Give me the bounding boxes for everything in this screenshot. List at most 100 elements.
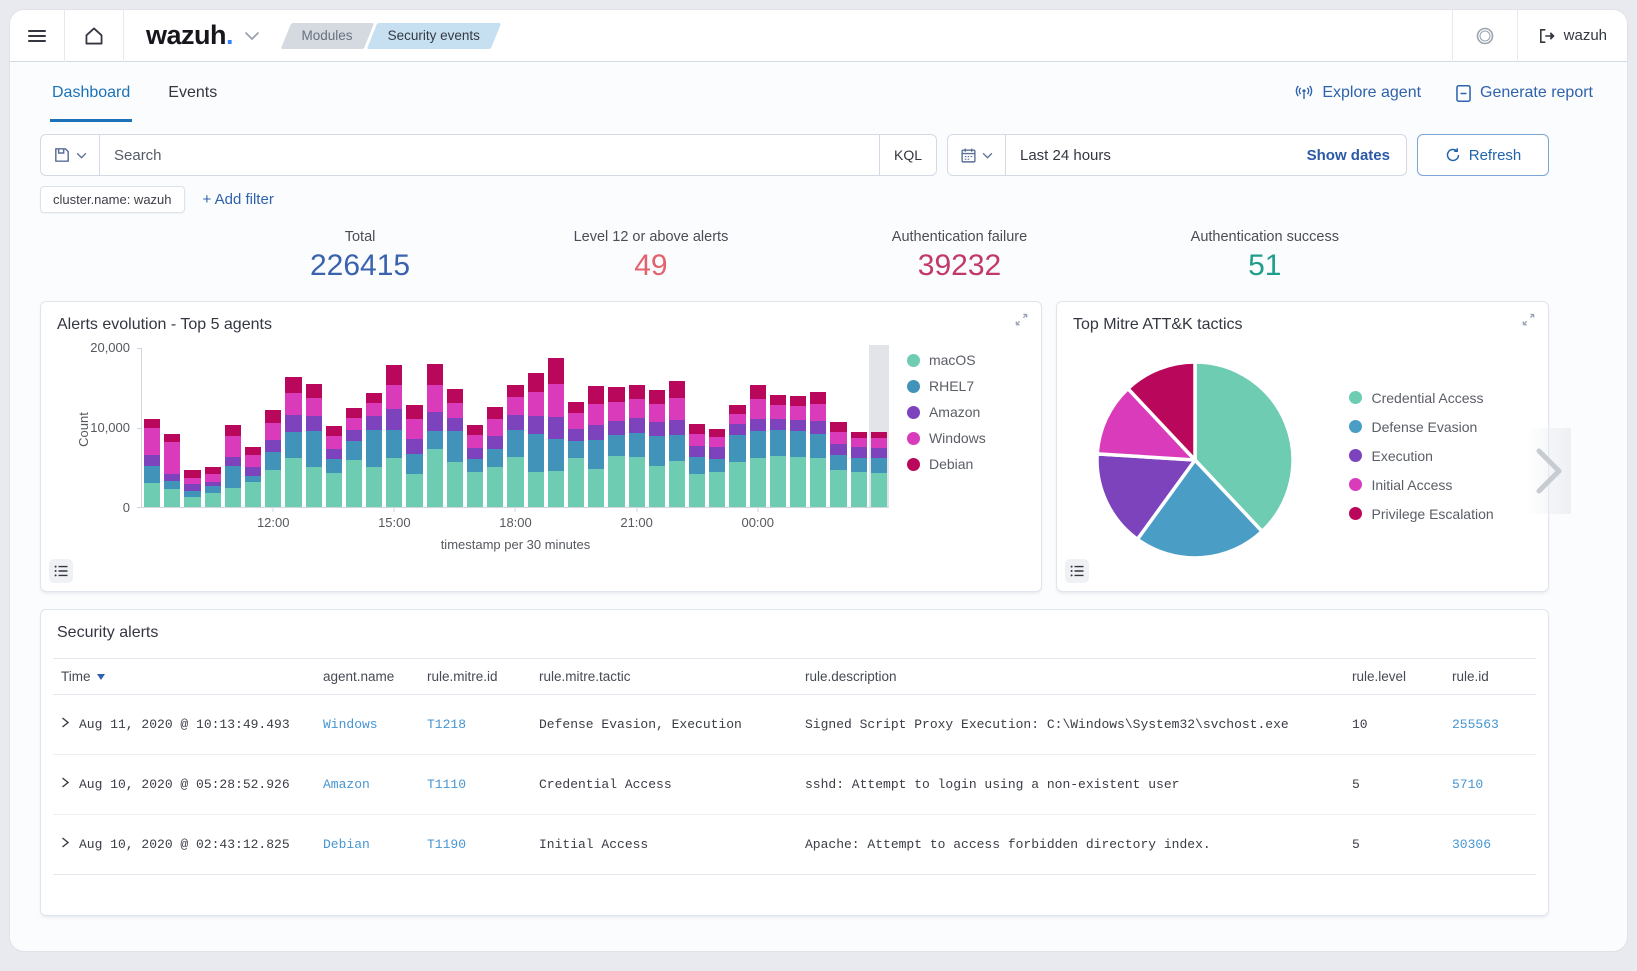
bar-segment: [770, 430, 786, 456]
filter-chip-cluster-name[interactable]: cluster.name: wazuh: [40, 186, 185, 213]
bar-segment: [851, 458, 867, 472]
tab-events[interactable]: Events: [166, 64, 219, 122]
header-right: wazuh: [1452, 10, 1627, 62]
stacked-bar: [406, 348, 422, 507]
saved-queries-button[interactable]: [41, 135, 100, 175]
breadcrumb-security-events[interactable]: Security events: [372, 23, 496, 49]
refresh-button[interactable]: Refresh: [1417, 134, 1549, 176]
expand-row-icon[interactable]: [61, 717, 69, 728]
legend-dot: [907, 380, 920, 393]
bar-segment: [669, 398, 685, 419]
rule-id-link[interactable]: 255563: [1452, 717, 1499, 732]
legend-item[interactable]: Initial Access: [1349, 477, 1517, 493]
expand-panel-icon[interactable]: [1014, 312, 1029, 327]
stacked-bar: [810, 348, 826, 507]
legend-item[interactable]: macOS: [907, 352, 1025, 368]
bar-segment: [790, 457, 806, 507]
agent-link[interactable]: Debian: [323, 837, 370, 852]
bar-segment: [871, 458, 887, 473]
breadcrumb-modules[interactable]: Modules: [286, 23, 369, 49]
health-status-button[interactable]: [1453, 26, 1517, 46]
menu-button[interactable]: [10, 10, 64, 62]
column-header-rule-level: rule.level: [1344, 659, 1444, 695]
bar-segment: [548, 417, 564, 438]
bar-segment: [790, 431, 806, 456]
time-range-value[interactable]: Last 24 hours: [1006, 147, 1291, 164]
legend-item[interactable]: Credential Access: [1349, 390, 1517, 406]
column-header-agent-name: agent.name: [315, 659, 419, 695]
bar-segment: [588, 469, 604, 507]
legend-item[interactable]: Defense Evasion: [1349, 419, 1517, 435]
legend-toggle-button[interactable]: [49, 559, 73, 583]
bar-segment: [265, 470, 281, 507]
legend-item[interactable]: Amazon: [907, 404, 1025, 420]
add-filter-button[interactable]: + Add filter: [203, 191, 274, 208]
chart-legend: Credential Access Defense Evasion Executio…: [1349, 386, 1517, 535]
bar-segment: [629, 457, 645, 507]
table-row: Aug 11, 2020 @ 10:13:49.493 Windows T121…: [53, 695, 1536, 755]
bar-segment: [830, 444, 846, 454]
bar-slot: [485, 348, 505, 507]
show-dates-button[interactable]: Show dates: [1291, 147, 1406, 164]
column-header-time[interactable]: Time: [53, 659, 315, 695]
mitre-id-link[interactable]: T1190: [427, 837, 466, 852]
bar-segment: [447, 431, 463, 462]
legend-item[interactable]: RHEL7: [907, 378, 1025, 394]
mitre-id-link[interactable]: T1110: [427, 777, 466, 792]
bar-segment: [629, 399, 645, 418]
refresh-label: Refresh: [1469, 147, 1522, 164]
bar-segment: [608, 387, 624, 402]
expand-row-icon[interactable]: [61, 837, 69, 848]
table-row: Aug 10, 2020 @ 02:43:12.825 Debian T1190…: [53, 815, 1536, 875]
next-page-chevron[interactable]: [1527, 428, 1571, 514]
bar-segment: [629, 418, 645, 433]
bar-segment: [871, 473, 887, 507]
stacked-bar: [629, 348, 645, 507]
bar-segment: [729, 435, 745, 461]
bar-slot: [687, 348, 707, 507]
rule-id-link[interactable]: 5710: [1452, 777, 1483, 792]
generate-report-button[interactable]: Generate report: [1455, 84, 1593, 103]
brand-menu[interactable]: wazuh.: [146, 20, 260, 51]
mitre-id-link[interactable]: T1218: [427, 717, 466, 732]
bar-segment: [810, 421, 826, 434]
bar-slot: [566, 348, 586, 507]
legend-item[interactable]: Execution: [1349, 448, 1517, 464]
bar-slot: [869, 348, 889, 507]
rule-id-link[interactable]: 30306: [1452, 837, 1491, 852]
x-tick-label: 18:00: [499, 515, 532, 530]
legend-item[interactable]: Debian: [907, 456, 1025, 472]
legend-item[interactable]: Privilege Escalation: [1349, 506, 1517, 522]
bar-segment: [750, 458, 766, 507]
stacked-bar: [851, 348, 867, 507]
bar-segment: [528, 472, 544, 507]
bar-segment: [184, 484, 200, 491]
expand-panel-icon[interactable]: [1521, 312, 1536, 327]
agent-link[interactable]: Amazon: [323, 777, 370, 792]
explore-agent-button[interactable]: Explore agent: [1294, 84, 1421, 102]
legend-label: Debian: [929, 456, 973, 472]
expand-row-icon[interactable]: [61, 777, 69, 788]
agent-link[interactable]: Windows: [323, 717, 378, 732]
calendar-button[interactable]: [948, 135, 1006, 175]
cell-level: 5: [1344, 815, 1444, 875]
tab-dashboard[interactable]: Dashboard: [50, 64, 132, 122]
search-input[interactable]: [100, 135, 879, 175]
bar-segment: [366, 416, 382, 430]
bar-segment: [366, 467, 382, 507]
cell-level: 10: [1344, 695, 1444, 755]
bar-segment: [306, 384, 322, 398]
bar-segment: [406, 405, 422, 419]
bar-segment: [326, 436, 342, 449]
bar-segment: [709, 437, 725, 447]
user-menu[interactable]: wazuh: [1518, 27, 1627, 45]
bar-segment: [285, 415, 301, 432]
bar-slot: [849, 348, 869, 507]
home-button[interactable]: [65, 10, 123, 62]
bar-segment: [649, 466, 665, 507]
legend-item[interactable]: Windows: [907, 430, 1025, 446]
bar-segment: [386, 458, 402, 507]
kql-button[interactable]: KQL: [879, 135, 936, 175]
legend-toggle-button[interactable]: [1065, 559, 1089, 583]
bar-segment: [649, 436, 665, 465]
